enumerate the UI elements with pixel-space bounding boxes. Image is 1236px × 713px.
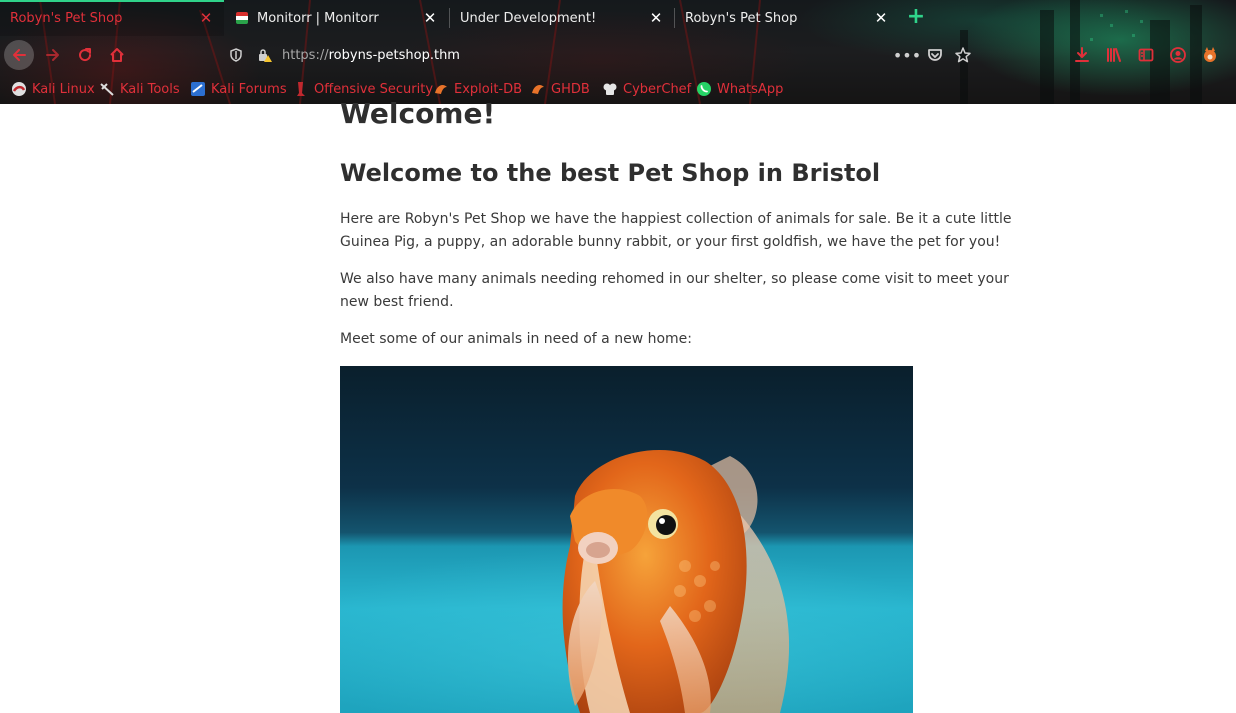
sidebar-button[interactable] bbox=[1131, 40, 1161, 70]
close-tab-icon[interactable]: ✕ bbox=[873, 9, 889, 27]
bookmark-kali-tools[interactable]: Kali Tools bbox=[99, 78, 180, 100]
bookmark-label: Kali Linux bbox=[32, 81, 95, 97]
whatsapp-icon bbox=[697, 82, 711, 96]
arrow-left-icon bbox=[13, 49, 26, 61]
ghdb-icon bbox=[532, 85, 544, 94]
offensive-security-icon bbox=[297, 82, 305, 96]
more-horizontal-icon: ••• bbox=[892, 45, 922, 65]
library-icon bbox=[1107, 48, 1121, 62]
bookmark-kali-linux[interactable]: Kali Linux bbox=[11, 78, 95, 100]
bookmark-label: WhatsApp bbox=[717, 81, 784, 97]
reload-icon bbox=[79, 48, 92, 62]
cyberchef-icon bbox=[603, 83, 617, 95]
tab-title: Robyn's Pet Shop bbox=[685, 10, 798, 26]
foxyproxy-icon bbox=[1204, 47, 1216, 62]
pocket-icon bbox=[928, 49, 942, 61]
lock-warning-icon[interactable] bbox=[256, 47, 272, 63]
goldfish-photo bbox=[340, 366, 913, 713]
kali-linux-icon bbox=[12, 82, 26, 96]
bookmark-kali-forums[interactable]: Kali Forums bbox=[190, 78, 287, 100]
tab-bar: Robyn's Pet Shop ✕ Monitorr | Monitorr ✕… bbox=[0, 0, 1236, 36]
forward-button[interactable] bbox=[38, 40, 68, 70]
tab-title: Under Development! bbox=[460, 10, 597, 26]
star-icon bbox=[955, 47, 971, 63]
download-icon bbox=[1075, 47, 1089, 62]
page-subheading: Welcome to the best Pet Shop in Bristol bbox=[340, 159, 881, 187]
bookmark-label: Offensive Security bbox=[314, 81, 434, 97]
navigation-bar: https://robyns-petshop.thm ••• bbox=[0, 36, 1236, 74]
bookmark-label: Exploit-DB bbox=[454, 81, 523, 97]
new-tab-button[interactable]: + bbox=[905, 6, 927, 28]
monitorr-favicon-icon bbox=[236, 12, 248, 24]
shield-icon[interactable] bbox=[228, 47, 244, 63]
bookmark-star-button[interactable] bbox=[948, 40, 978, 70]
sidebar-icon bbox=[1138, 48, 1154, 62]
bookmark-label: Kali Tools bbox=[120, 81, 180, 97]
url-scheme: https:// bbox=[282, 47, 329, 63]
animals-intro-paragraph: Meet some of our animals in need of a ne… bbox=[340, 331, 693, 347]
account-button[interactable] bbox=[1163, 40, 1193, 70]
browser-chrome: Robyn's Pet Shop ✕ Monitorr | Monitorr ✕… bbox=[0, 0, 1236, 104]
address-bar[interactable]: https://robyns-petshop.thm bbox=[226, 41, 986, 69]
bookmark-cyberchef[interactable]: CyberChef bbox=[602, 78, 691, 100]
bookmarks-toolbar: Kali Linux Kali Tools Kali Forums Offens… bbox=[0, 78, 1236, 100]
bookmark-label: GHDB bbox=[551, 81, 590, 97]
tab-robyns-pet-shop-2[interactable]: Robyn's Pet Shop ✕ bbox=[675, 0, 899, 36]
shelter-paragraph: We also have many animals needing rehome… bbox=[340, 271, 1009, 310]
tab-monitorr[interactable]: Monitorr | Monitorr ✕ bbox=[226, 0, 448, 36]
bookmark-ghdb[interactable]: GHDB bbox=[530, 78, 590, 100]
close-tab-icon[interactable]: ✕ bbox=[648, 9, 664, 27]
tab-under-development[interactable]: Under Development! ✕ bbox=[450, 0, 674, 36]
page-actions-button[interactable]: ••• bbox=[892, 40, 922, 70]
arrow-right-icon bbox=[46, 49, 59, 61]
intro-paragraph: Here are Robyn's Pet Shop we have the ha… bbox=[340, 211, 1012, 250]
reload-button[interactable] bbox=[70, 40, 100, 70]
kali-tools-icon bbox=[100, 83, 114, 96]
tab-title: Monitorr | Monitorr bbox=[257, 10, 379, 26]
home-button[interactable] bbox=[102, 40, 132, 70]
close-tab-icon[interactable]: ✕ bbox=[422, 9, 438, 27]
bookmark-label: Kali Forums bbox=[211, 81, 287, 97]
library-button[interactable] bbox=[1099, 40, 1129, 70]
extension-button[interactable] bbox=[1195, 40, 1225, 70]
kali-forums-icon bbox=[191, 82, 205, 96]
goldfish-illustration bbox=[340, 449, 913, 713]
page-heading: Welcome! bbox=[340, 97, 496, 130]
bookmark-whatsapp[interactable]: WhatsApp bbox=[696, 78, 783, 100]
account-icon bbox=[1170, 47, 1186, 63]
url-text: https://robyns-petshop.thm bbox=[282, 48, 460, 63]
bookmark-label: CyberChef bbox=[623, 81, 692, 97]
downloads-button[interactable] bbox=[1067, 40, 1097, 70]
exploit-db-icon bbox=[435, 85, 447, 94]
back-button[interactable] bbox=[4, 40, 34, 70]
pocket-button[interactable] bbox=[920, 40, 950, 70]
close-tab-icon[interactable]: ✕ bbox=[198, 9, 214, 27]
url-host: robyns-petshop.thm bbox=[328, 47, 460, 63]
tab-robyns-pet-shop[interactable]: Robyn's Pet Shop ✕ bbox=[0, 0, 224, 36]
home-icon bbox=[110, 48, 124, 62]
tab-title: Robyn's Pet Shop bbox=[10, 10, 123, 26]
